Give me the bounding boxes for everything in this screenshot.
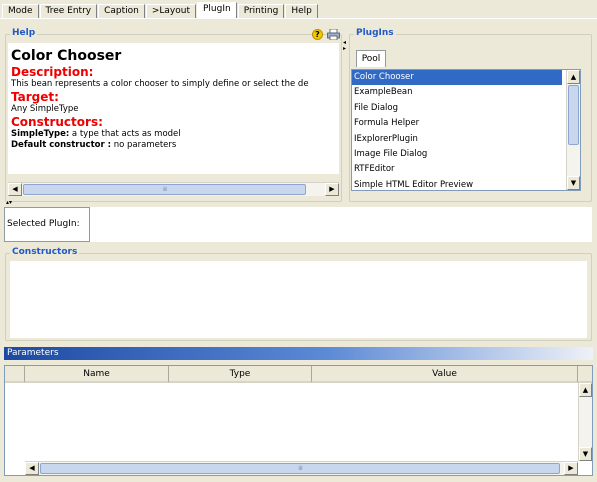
column-corner-icon — [578, 366, 592, 383]
plugin-list[interactable]: Color Chooser ExampleBean File Dialog Formu… — [351, 69, 581, 191]
help-hscrollbar[interactable]: ◀ ⁞⁞⁞⁞ ▶ — [8, 182, 339, 196]
selected-plugin-row: Selected PlugIn: — [4, 207, 592, 242]
selected-plugin-label: Selected PlugIn: — [7, 219, 80, 229]
scroll-up-icon[interactable]: ▲ — [567, 70, 580, 84]
plugin-list-item[interactable]: Image File Dialog — [352, 147, 562, 162]
params-scroll-down-icon[interactable]: ▼ — [579, 447, 592, 461]
constructors-group: Constructors — [5, 247, 592, 341]
question-icon[interactable]: ? — [312, 29, 323, 40]
plugin-list-item[interactable]: Color Chooser — [352, 70, 562, 86]
plugin-list-item[interactable]: IExplorerPlugin — [352, 132, 562, 147]
plugin-list-item[interactable]: RTFEditor — [352, 162, 562, 177]
constructors-group-title: Constructors — [10, 247, 80, 258]
plugin-list-vscrollbar[interactable]: ▲ ▼ — [566, 70, 580, 190]
column-header-value[interactable]: Value — [312, 366, 578, 383]
printer-icon[interactable] — [327, 29, 340, 40]
plugins-group: PlugIns Pool Color Chooser ExampleBean Fil… — [349, 28, 592, 202]
selected-plugin-field[interactable] — [89, 207, 592, 242]
main-tab-strip: Mode Tree Entry Caption >Layout PlugIn P… — [2, 2, 319, 18]
params-scroll-right-icon[interactable]: ▶ — [564, 462, 578, 475]
constructor-simpletype-desc: a type that acts as model — [69, 129, 181, 139]
column-header-type[interactable]: Type — [169, 366, 312, 383]
tab-divider — [0, 18, 597, 19]
tab-plugin[interactable]: PlugIn — [197, 2, 237, 18]
scroll-down-icon[interactable]: ▼ — [567, 176, 580, 190]
constructor-simpletype-name: SimpleType: — [11, 129, 70, 139]
params-scroll-up-icon[interactable]: ▲ — [579, 383, 592, 397]
plugin-list-items: Color Chooser ExampleBean File Dialog Formu… — [352, 70, 580, 190]
params-scroll-left-icon[interactable]: ◀ — [25, 462, 39, 475]
parameters-header: Parameters — [4, 347, 593, 360]
tab-layout[interactable]: >Layout — [145, 4, 196, 18]
help-title: Color Chooser — [11, 48, 122, 64]
params-hscroll-thumb[interactable]: ⁞⁞⁞⁞ — [40, 463, 560, 474]
target-heading: Target: — [11, 90, 59, 104]
help-hscroll-thumb[interactable]: ⁞⁞⁞⁞ — [23, 184, 306, 195]
tab-mode[interactable]: Mode — [2, 4, 39, 18]
tab-help[interactable]: Help — [285, 4, 318, 18]
scroll-left-icon[interactable]: ◀ — [8, 183, 22, 196]
help-group: Help ? Color Chooser Description: This b… — [5, 28, 342, 202]
plugin-list-item[interactable]: ExampleBean — [352, 85, 562, 100]
splitter-arrow-left-icon[interactable]: ◂ ▸ — [343, 40, 346, 52]
constructor-default-desc: no parameters — [111, 140, 177, 150]
plugin-list-item[interactable]: File Dialog — [352, 101, 562, 116]
constructors-list[interactable] — [10, 261, 587, 338]
tab-tree-entry[interactable]: Tree Entry — [39, 4, 98, 18]
column-header-name[interactable]: Name — [25, 366, 169, 383]
constructor-default: Default constructor : no parameters — [11, 140, 336, 151]
constructors-heading: Constructors: — [11, 115, 103, 129]
constructor-simpletype: SimpleType: a type that acts as model — [11, 129, 336, 140]
tab-pool[interactable]: Pool — [356, 50, 386, 67]
parameters-table[interactable]: Name Type Value ▲ ▼ ◀ ⁞⁞⁞⁞ ▶ — [4, 365, 593, 476]
constructor-default-name: Default constructor : — [11, 140, 112, 150]
row-header-corner — [5, 366, 25, 383]
help-content: Color Chooser Description: This bean rep… — [8, 43, 339, 174]
plugin-list-item[interactable]: Formula Helper — [352, 116, 562, 131]
plugin-list-item[interactable]: Simple HTML Editor Preview — [352, 178, 562, 190]
tab-caption[interactable]: Caption — [98, 4, 145, 18]
plugins-group-title: PlugIns — [354, 28, 396, 39]
description-heading: Description: — [11, 65, 94, 79]
tab-printing[interactable]: Printing — [237, 4, 285, 18]
parameters-vscrollbar[interactable]: ▲ ▼ — [578, 383, 592, 461]
target-text: Any SimpleType — [11, 104, 79, 114]
plugin-list-vscroll-thumb[interactable] — [568, 85, 579, 145]
help-group-title: Help — [10, 28, 38, 39]
scroll-right-icon[interactable]: ▶ — [325, 183, 339, 196]
parameters-hscrollbar[interactable]: ◀ ⁞⁞⁞⁞ ▶ — [25, 461, 578, 475]
description-text: This bean represents a color chooser to … — [11, 79, 309, 89]
splitter-arrow-updown-icon[interactable]: ▴▾ — [6, 200, 12, 206]
